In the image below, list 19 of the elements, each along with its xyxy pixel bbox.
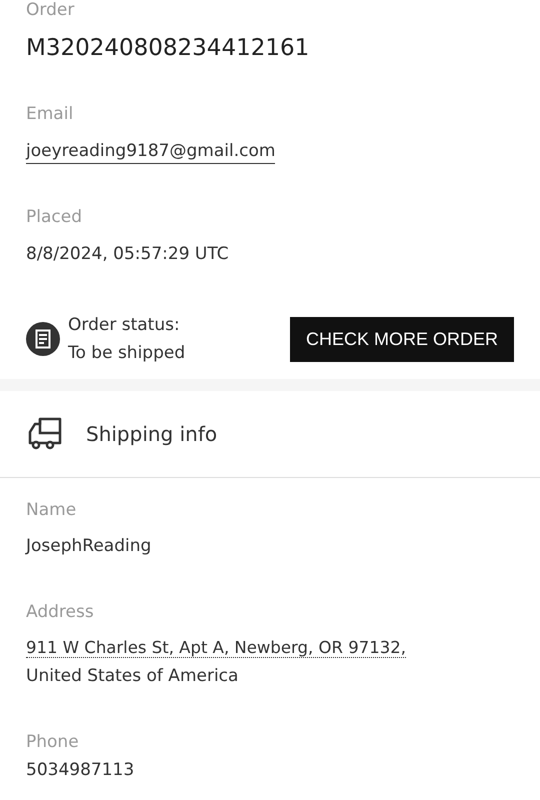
- field-value: 8/8/2024, 05:57:29 UTC: [26, 243, 230, 266]
- field-label: Order: [26, 0, 76, 22]
- email-link[interactable]: joeyreading9187@gmail.com: [26, 141, 276, 164]
- field-value: 5034987113: [26, 759, 136, 782]
- field-label: Name: [26, 499, 78, 522]
- truck-icon: [26, 416, 64, 452]
- section-title: Shipping info: [86, 422, 218, 446]
- field-label: Email: [26, 103, 74, 126]
- field-label: Placed: [26, 206, 83, 229]
- field-label: Phone: [26, 731, 80, 754]
- status-label: Order status:: [68, 314, 181, 337]
- check-more-order-button[interactable]: CHECK MORE ORDER: [290, 316, 514, 362]
- address-link[interactable]: 911 W Charles St, Apt A, Newberg, OR 97132,: [26, 638, 406, 658]
- field-value: JosephReading: [26, 535, 152, 558]
- document-icon: [26, 322, 60, 356]
- field-label: Address: [26, 601, 95, 624]
- order-number: M320240808234412161: [26, 36, 310, 60]
- field-value: United States of America: [26, 665, 240, 688]
- status-value: To be shipped: [68, 342, 186, 365]
